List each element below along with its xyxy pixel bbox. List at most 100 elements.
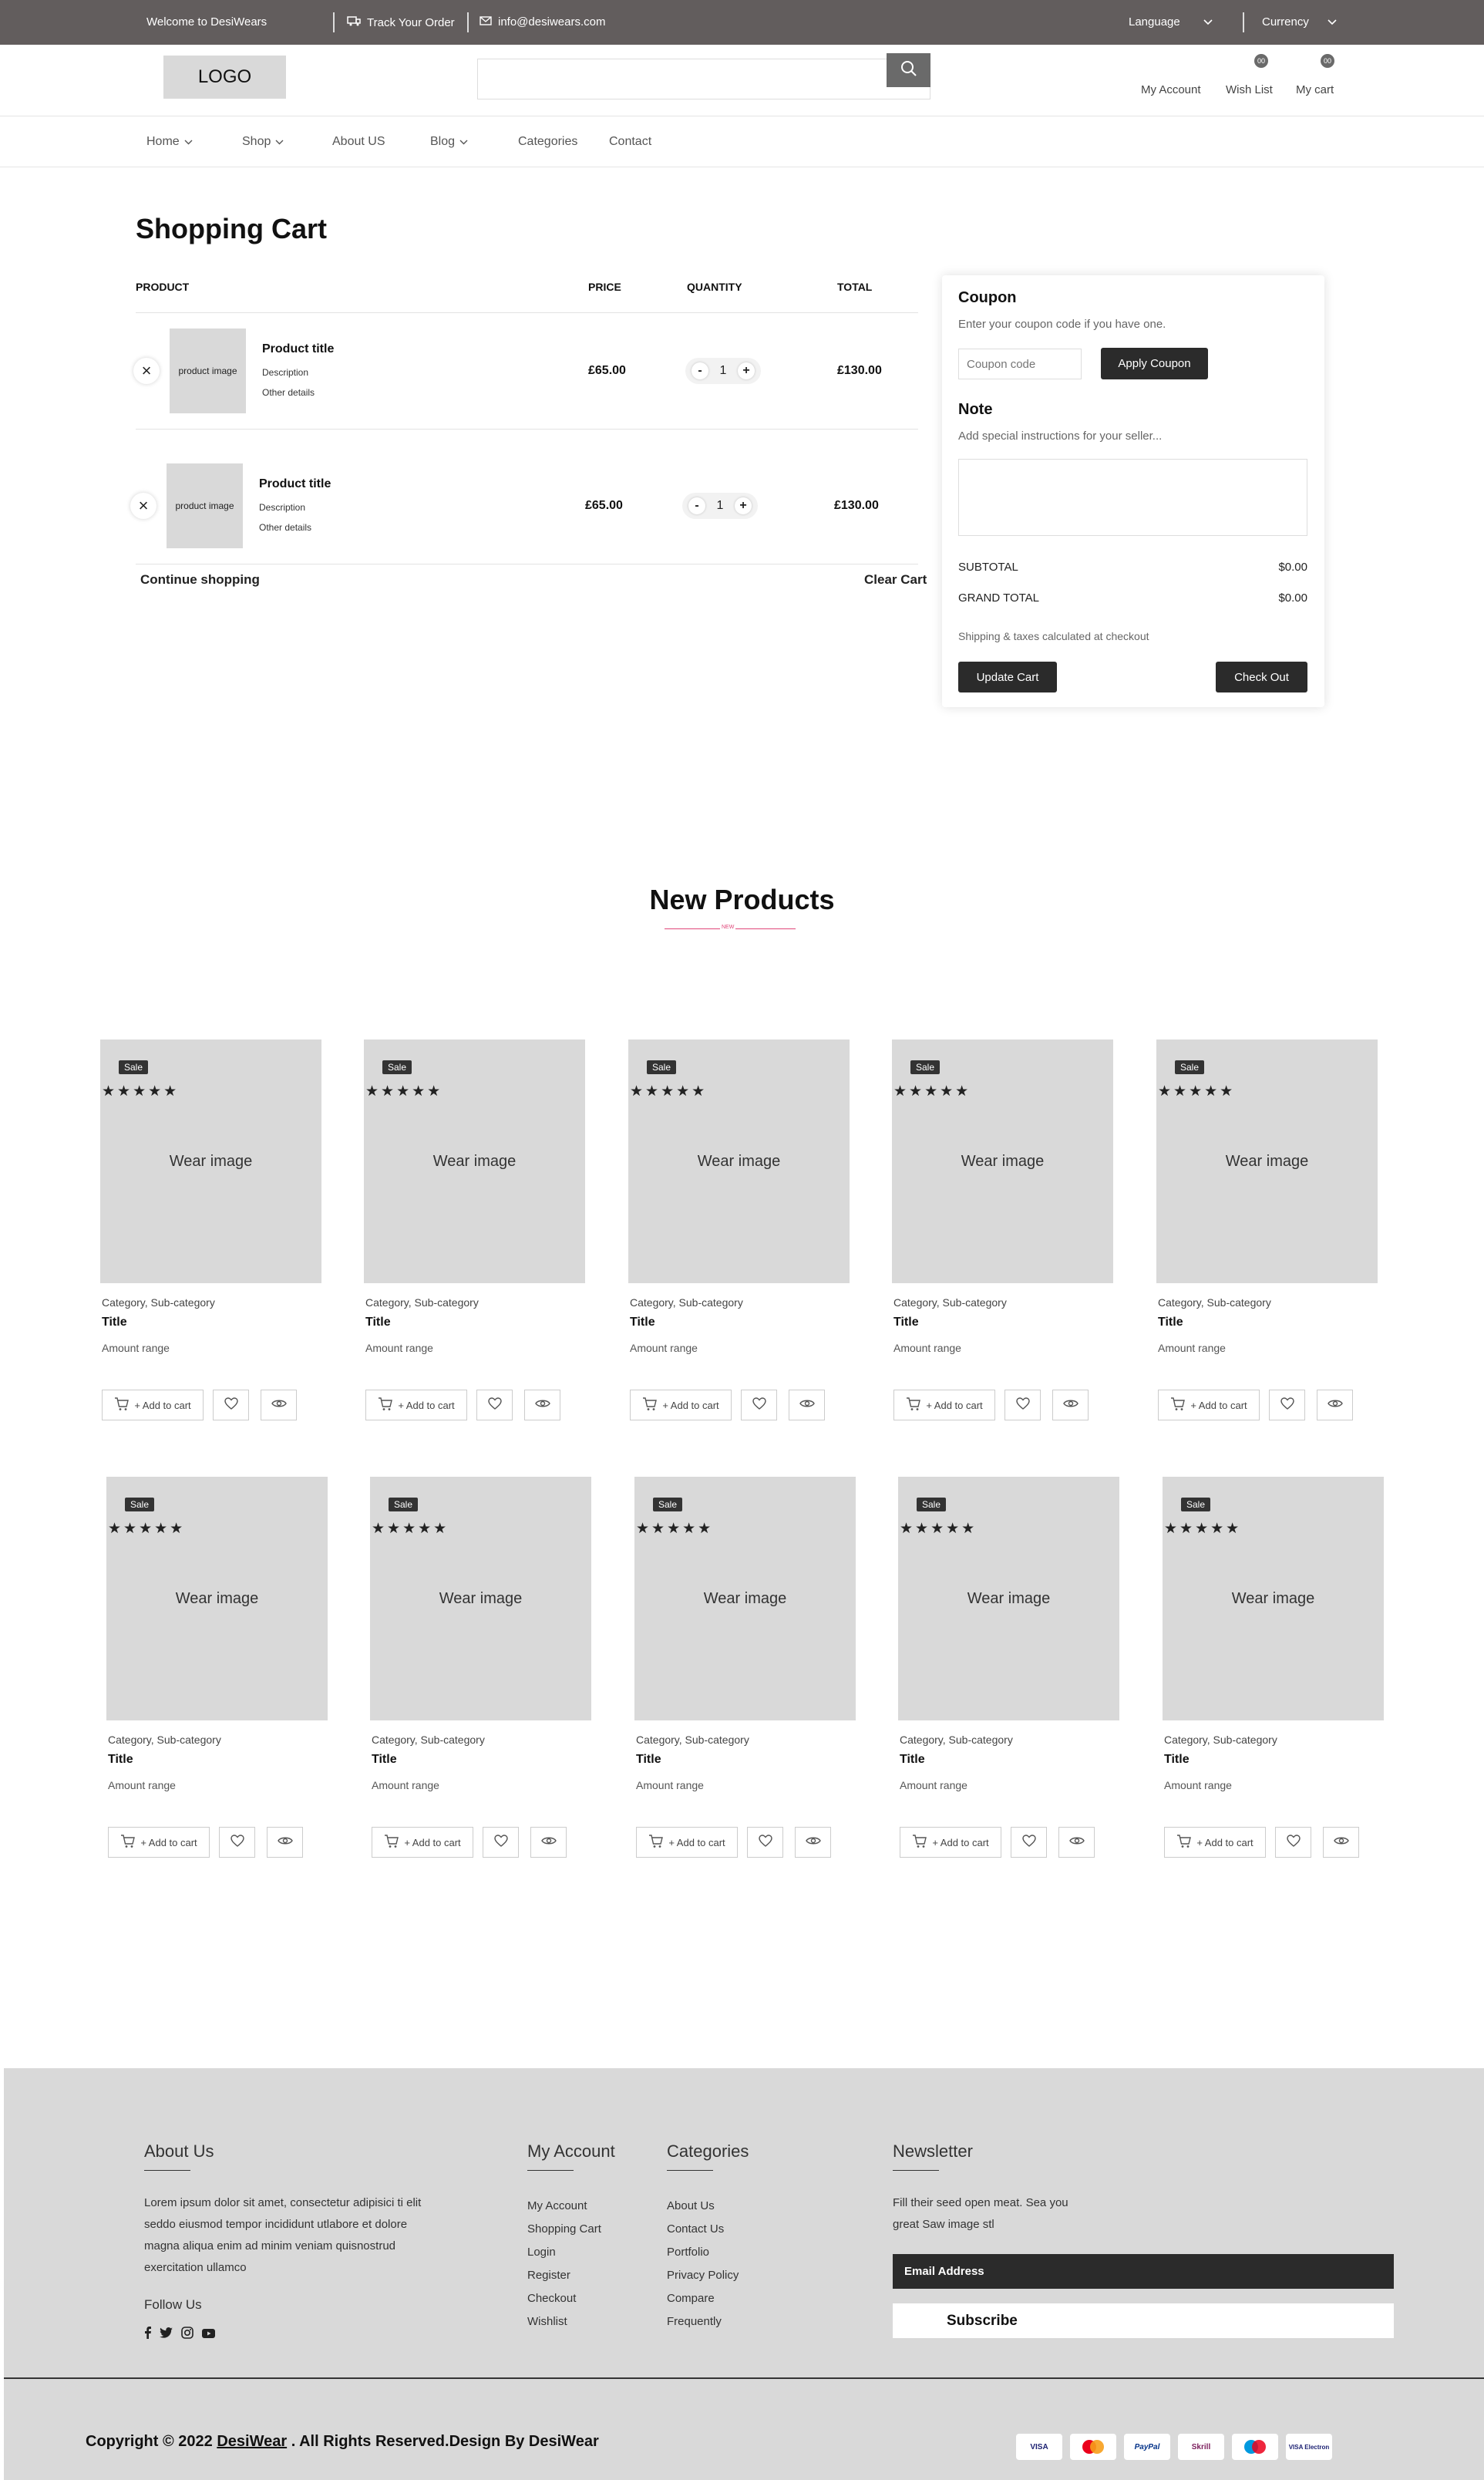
quick-view-button[interactable] [1052, 1390, 1089, 1420]
product-title[interactable]: Title [1164, 1753, 1190, 1767]
add-to-cart-button[interactable]: + Add to cart [636, 1827, 738, 1858]
wishlist-button[interactable] [213, 1390, 249, 1420]
product-title[interactable]: Product title [262, 342, 334, 356]
instagram-icon[interactable] [181, 2327, 193, 2343]
product-category[interactable]: Category, Sub-category [1158, 1296, 1271, 1309]
update-cart-button[interactable]: Update Cart [958, 662, 1057, 692]
wishlist-button[interactable] [747, 1827, 783, 1858]
footer-link-register[interactable]: Register [527, 2269, 570, 2282]
wishlist-button[interactable] [1004, 1390, 1041, 1420]
product-category[interactable]: Category, Sub-category [1164, 1734, 1277, 1746]
product-card[interactable]: Wear image Sale ★★★★★ Category, Sub-categor… [898, 1477, 1122, 1885]
product-title[interactable]: Title [372, 1753, 397, 1767]
add-to-cart-button[interactable]: + Add to cart [900, 1827, 1001, 1858]
product-card[interactable]: Wear image Sale ★★★★★ Category, Sub-categor… [100, 1040, 324, 1448]
decrement-button[interactable]: - [692, 362, 708, 379]
product-title[interactable]: Title [108, 1753, 133, 1767]
quick-view-button[interactable] [1317, 1390, 1353, 1420]
product-category[interactable]: Category, Sub-category [102, 1296, 215, 1309]
quick-view-button[interactable] [261, 1390, 297, 1420]
quick-view-button[interactable] [1323, 1827, 1359, 1858]
clear-cart-link[interactable]: Clear Cart [864, 572, 927, 588]
product-category[interactable]: Category, Sub-category [893, 1296, 1007, 1309]
product-image[interactable]: Wear image [634, 1477, 856, 1720]
add-to-cart-button[interactable]: + Add to cart [108, 1827, 210, 1858]
product-category[interactable]: Category, Sub-category [108, 1734, 221, 1746]
product-card[interactable]: Wear image Sale ★★★★★ Category, Sub-categor… [634, 1477, 858, 1885]
product-category[interactable]: Category, Sub-category [900, 1734, 1013, 1746]
product-card[interactable]: Wear image Sale ★★★★★ Category, Sub-categor… [364, 1040, 587, 1448]
wish-list-link[interactable]: Wish List [1226, 83, 1273, 96]
search-button[interactable] [887, 53, 930, 87]
nav-categories[interactable]: Categories [518, 135, 577, 149]
product-title[interactable]: Title [893, 1316, 919, 1329]
add-to-cart-button[interactable]: + Add to cart [1164, 1827, 1266, 1858]
checkout-button[interactable]: Check Out [1216, 662, 1307, 692]
footer-link-frequently[interactable]: Frequently [667, 2315, 722, 2328]
product-image[interactable]: Wear image [1163, 1477, 1384, 1720]
decrement-button[interactable]: - [688, 497, 705, 514]
product-title[interactable]: Title [365, 1316, 391, 1329]
product-title[interactable]: Product title [259, 477, 331, 491]
product-image[interactable]: Wear image [628, 1040, 850, 1283]
my-cart-link[interactable]: My cart [1296, 83, 1334, 96]
my-account-link[interactable]: My Account [1141, 83, 1201, 96]
currency-select[interactable]: Currency [1262, 15, 1337, 29]
footer-link-privacy-policy[interactable]: Privacy Policy [667, 2269, 739, 2282]
product-card[interactable]: Wear image Sale ★★★★★ Category, Sub-categor… [892, 1040, 1116, 1448]
wishlist-button[interactable] [1275, 1827, 1311, 1858]
quantity-value[interactable]: 1 [720, 364, 727, 378]
wishlist-button[interactable] [483, 1827, 519, 1858]
email-link[interactable]: info@desiwears.com [480, 15, 605, 29]
newsletter-email-input[interactable]: Email Address [893, 2254, 1394, 2289]
wishlist-button[interactable] [219, 1827, 255, 1858]
nav-contact[interactable]: Contact [609, 135, 651, 149]
nav-shop[interactable]: Shop [242, 135, 284, 149]
wishlist-button[interactable] [476, 1390, 513, 1420]
quick-view-button[interactable] [789, 1390, 825, 1420]
footer-link-portfolio[interactable]: Portfolio [667, 2246, 709, 2259]
product-image[interactable]: Wear image [106, 1477, 328, 1720]
product-title[interactable]: Title [102, 1316, 127, 1329]
footer-link-login[interactable]: Login [527, 2246, 556, 2259]
search-bar[interactable] [477, 53, 930, 99]
footer-link-wishlist[interactable]: Wishlist [527, 2315, 567, 2328]
quantity-stepper[interactable]: - 1 + [682, 493, 758, 519]
nav-about[interactable]: About US [332, 135, 385, 149]
product-category[interactable]: Category, Sub-category [636, 1734, 749, 1746]
add-to-cart-button[interactable]: + Add to cart [1158, 1390, 1260, 1420]
increment-button[interactable]: + [735, 497, 752, 514]
wishlist-button[interactable] [741, 1390, 777, 1420]
copyright-brand-link[interactable]: DesiWear [217, 2433, 287, 2450]
product-image[interactable]: Wear image [100, 1040, 321, 1283]
product-card[interactable]: Wear image Sale ★★★★★ Category, Sub-categor… [1156, 1040, 1380, 1448]
add-to-cart-button[interactable]: + Add to cart [102, 1390, 204, 1420]
quick-view-button[interactable] [1058, 1827, 1095, 1858]
product-image[interactable]: Wear image [1156, 1040, 1378, 1283]
coupon-input[interactable] [958, 349, 1082, 379]
product-image[interactable]: Wear image [370, 1477, 591, 1720]
product-title[interactable]: Title [1158, 1316, 1183, 1329]
add-to-cart-button[interactable]: + Add to cart [630, 1390, 732, 1420]
product-card[interactable]: Wear image Sale ★★★★★ Category, Sub-categor… [628, 1040, 852, 1448]
product-card[interactable]: Wear image Sale ★★★★★ Category, Sub-categor… [1163, 1477, 1386, 1885]
increment-button[interactable]: + [738, 362, 755, 379]
twitter-icon[interactable] [160, 2327, 173, 2342]
track-order-link[interactable]: Track Your Order [347, 15, 455, 29]
nav-blog[interactable]: Blog [430, 135, 468, 149]
quantity-stepper[interactable]: - 1 + [685, 358, 761, 384]
facebook-icon[interactable] [144, 2327, 151, 2343]
product-title[interactable]: Title [900, 1753, 925, 1767]
note-textarea[interactable] [958, 459, 1307, 536]
continue-shopping-link[interactable]: Continue shopping [140, 572, 260, 588]
footer-link-compare[interactable]: Compare [667, 2292, 715, 2305]
product-image[interactable]: Wear image [364, 1040, 585, 1283]
product-card[interactable]: Wear image Sale ★★★★★ Category, Sub-categor… [370, 1477, 594, 1885]
product-category[interactable]: Category, Sub-category [630, 1296, 743, 1309]
quick-view-button[interactable] [795, 1827, 831, 1858]
product-category[interactable]: Category, Sub-category [365, 1296, 479, 1309]
quick-view-button[interactable] [267, 1827, 303, 1858]
footer-link-my-account[interactable]: My Account [527, 2199, 587, 2212]
footer-link-checkout[interactable]: Checkout [527, 2292, 576, 2305]
product-image[interactable]: Wear image [892, 1040, 1113, 1283]
